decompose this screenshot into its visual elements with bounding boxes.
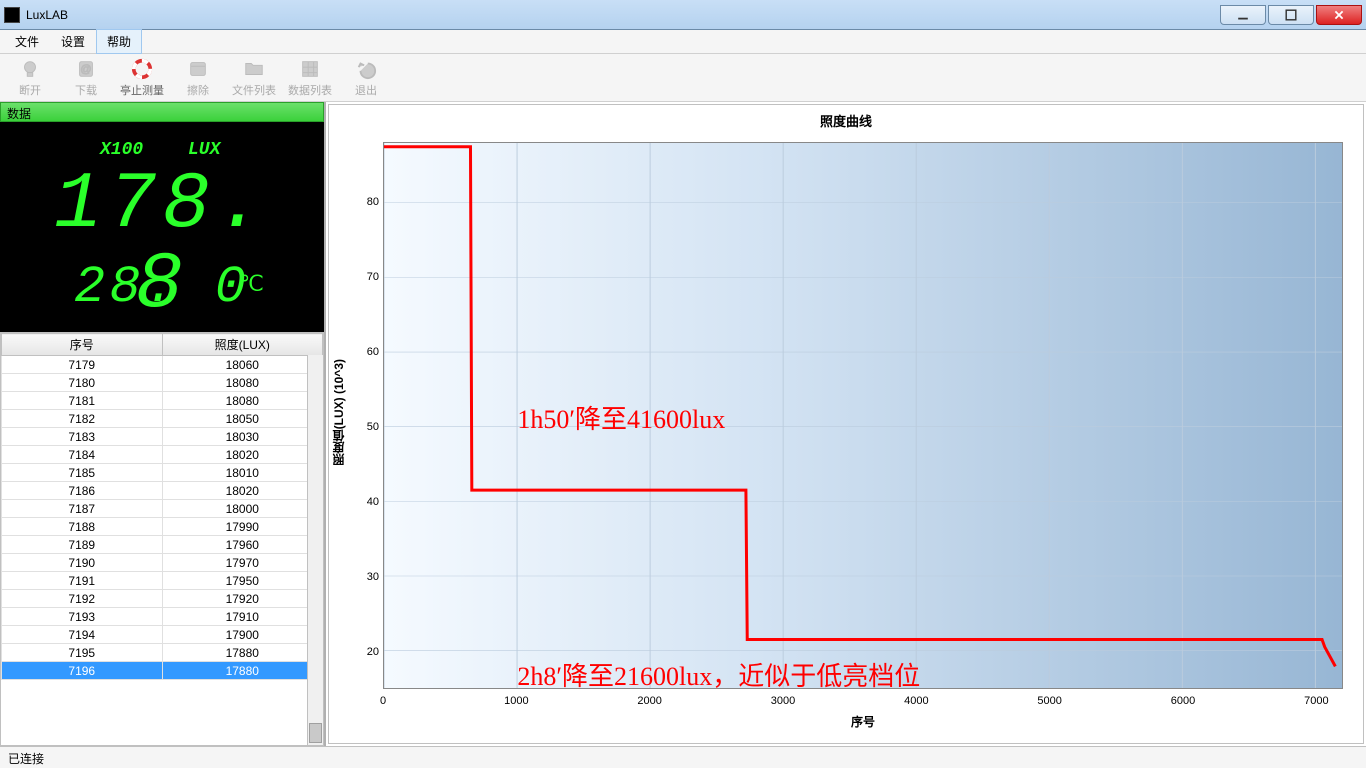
plot-area[interactable]: 1h50′降至41600lux 2h8′降至21600lux，近似于低亮档位 <box>383 142 1343 689</box>
app-icon <box>4 7 20 23</box>
table-row[interactable]: 719117950 <box>2 572 323 590</box>
table-row[interactable]: 718917960 <box>2 536 323 554</box>
chart-panel: 照度曲线 照度值(LUX) (10^3) 20304050607080 1h50… <box>328 104 1364 744</box>
table-row[interactable]: 719317910 <box>2 608 323 626</box>
col-seq[interactable]: 序号 <box>2 334 163 356</box>
table-scrollbar[interactable] <box>307 355 323 745</box>
table-row[interactable]: 718817990 <box>2 518 323 536</box>
chart-line <box>384 143 1342 688</box>
y-axis-label: 照度值(LUX) (10^3) <box>329 132 347 693</box>
window-titlebar: LuxLAB <box>0 0 1366 30</box>
data-panel: 数据 X100 LUX 178. 8 28. 0 ℃ 序号 照度(LUX) 71… <box>0 102 326 746</box>
table-row[interactable]: 718518010 <box>2 464 323 482</box>
menu-settings[interactable]: 设置 <box>50 29 96 54</box>
status-text: 已连接 <box>8 752 44 766</box>
maximize-button[interactable] <box>1268 5 1314 25</box>
table-row[interactable]: 717918060 <box>2 356 323 374</box>
table-row[interactable]: 718718000 <box>2 500 323 518</box>
file-list-button[interactable]: 文件列表 <box>226 56 282 100</box>
lcd-display: X100 LUX 178. 8 28. 0 ℃ <box>0 122 324 332</box>
temp-value: 28. 0 <box>0 262 324 314</box>
menu-help[interactable]: 帮助 <box>96 29 142 54</box>
table-row[interactable]: 719217920 <box>2 590 323 608</box>
calendar-erase-icon <box>187 58 209 80</box>
svg-text:@: @ <box>80 63 91 75</box>
lifebuoy-icon <box>131 58 153 80</box>
chart-title: 照度曲线 <box>329 105 1363 132</box>
scroll-thumb[interactable] <box>309 723 322 743</box>
data-table-wrap: 序号 照度(LUX) 71791806071801808071811808071… <box>0 332 324 746</box>
menubar: 文件 设置 帮助 <box>0 30 1366 54</box>
download-icon: @ <box>75 58 97 80</box>
celsius-icon: ℃ <box>239 272 264 298</box>
table-row[interactable]: 718118080 <box>2 392 323 410</box>
bulb-icon <box>19 58 41 80</box>
toolbar: 断开 @ 下载 亭止测量 擦除 文件列表 数据列表 退出 <box>0 54 1366 102</box>
exit-button[interactable]: 退出 <box>338 56 394 100</box>
data-table[interactable]: 序号 照度(LUX) 71791806071801808071811808071… <box>1 333 323 680</box>
y-axis-ticks: 20304050607080 <box>347 132 383 693</box>
table-row[interactable]: 718218050 <box>2 410 323 428</box>
folder-icon <box>243 58 265 80</box>
scale-label: X100 <box>100 140 143 160</box>
data-panel-header: 数据 <box>0 102 324 122</box>
table-row[interactable]: 719017970 <box>2 554 323 572</box>
menu-file[interactable]: 文件 <box>4 29 50 54</box>
download-button[interactable]: @ 下载 <box>58 56 114 100</box>
erase-button[interactable]: 擦除 <box>170 56 226 100</box>
table-row[interactable]: 718418020 <box>2 446 323 464</box>
undo-icon <box>355 58 377 80</box>
table-row[interactable]: 718018080 <box>2 374 323 392</box>
table-row[interactable]: 719417900 <box>2 626 323 644</box>
table-row[interactable]: 719617880 <box>2 662 323 680</box>
minimize-button[interactable] <box>1220 5 1266 25</box>
table-row[interactable]: 719517880 <box>2 644 323 662</box>
table-row[interactable]: 718618020 <box>2 482 323 500</box>
grid-icon <box>299 58 321 80</box>
col-lux[interactable]: 照度(LUX) <box>162 334 323 356</box>
disconnect-button[interactable]: 断开 <box>2 56 58 100</box>
x-axis-ticks: 序号 01000200030004000500060007000 <box>383 693 1343 743</box>
close-button[interactable] <box>1316 5 1362 25</box>
stop-measure-button[interactable]: 亭止测量 <box>114 56 170 100</box>
table-row[interactable]: 718318030 <box>2 428 323 446</box>
statusbar: 已连接 <box>0 746 1366 768</box>
data-list-button[interactable]: 数据列表 <box>282 56 338 100</box>
lux-label: LUX <box>188 140 220 160</box>
window-title: LuxLAB <box>26 8 68 22</box>
x-axis-label: 序号 <box>383 713 1343 730</box>
